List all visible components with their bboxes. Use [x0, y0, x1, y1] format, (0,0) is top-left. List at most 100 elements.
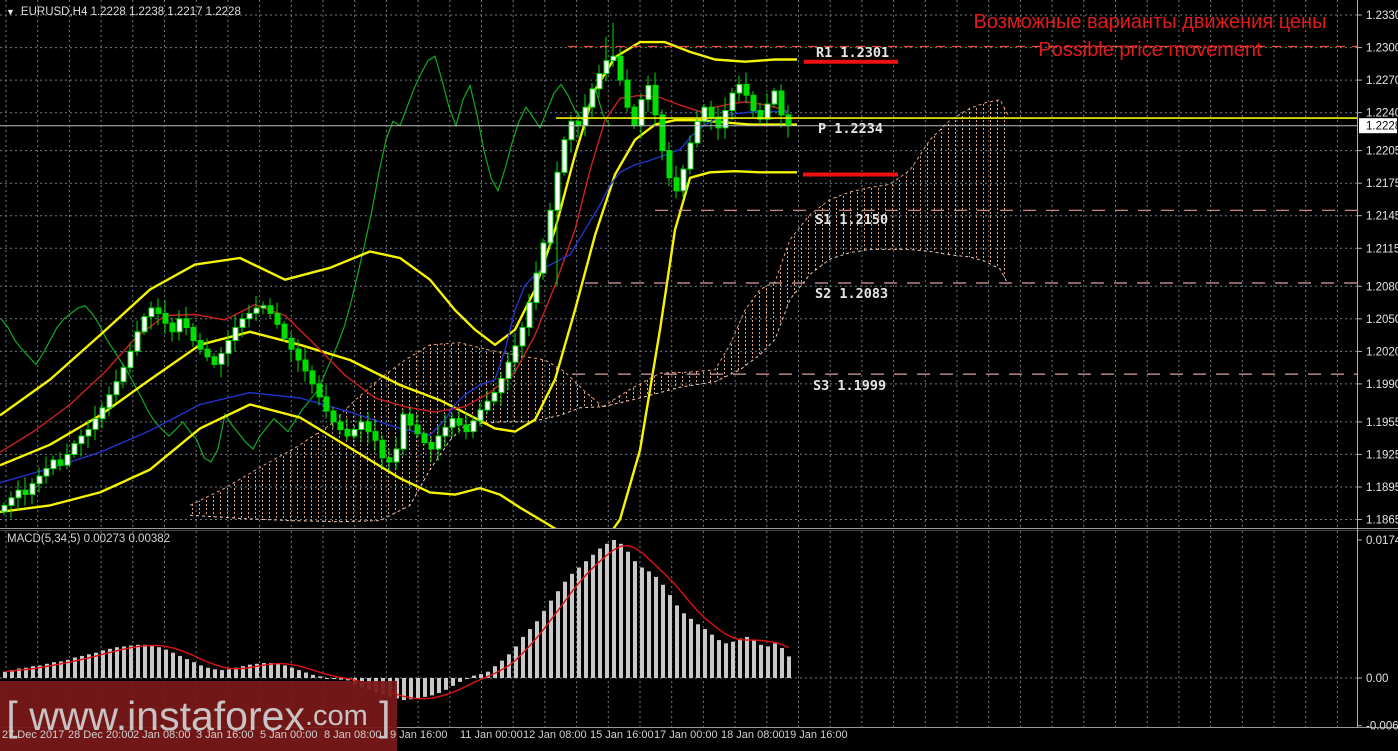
macd-bar: [780, 648, 784, 678]
pivot-label-s1[interactable]: S1 1.2150: [815, 212, 888, 228]
macd-bar: [521, 636, 525, 678]
candle-bull: [64, 453, 71, 466]
price-tick-label: 1.2175: [1366, 178, 1398, 190]
macd-bar: [185, 659, 189, 678]
candle-bear: [631, 106, 638, 127]
time-tick-label: 5 Jan 00:00: [260, 729, 318, 741]
macd-bar: [136, 644, 140, 678]
candle-bull: [533, 272, 540, 304]
candle-bull: [351, 429, 358, 437]
candle-bear: [379, 439, 386, 459]
candle-bull: [106, 394, 113, 409]
macd-bar: [773, 643, 777, 678]
price-tick-label: 1.2115: [1366, 243, 1398, 255]
macd-layer: [3, 540, 791, 701]
pivot-label-r1[interactable]: R1 1.2301: [816, 45, 889, 61]
candle-bear: [624, 79, 631, 108]
candle-bear: [414, 424, 421, 435]
candle-bull: [596, 73, 603, 90]
macd-bar: [458, 678, 462, 682]
macd-bar: [514, 646, 518, 678]
price-tick-label: 1.1895: [1366, 482, 1398, 494]
macd-bar: [311, 674, 315, 678]
candle-bear: [57, 459, 64, 466]
price-movement-annotation[interactable]: Возможные варианты движения цены Possibl…: [930, 8, 1370, 64]
symbol-header[interactable]: ▼ EURUSD,H4 1.2228 1.2238 1.2217 1.2228: [6, 6, 241, 18]
macd-bar: [122, 646, 126, 678]
candle-bull: [232, 327, 239, 341]
candle-bull: [148, 307, 155, 318]
macd-bar: [675, 605, 679, 678]
macd-bar: [129, 645, 133, 678]
candle-bull: [687, 142, 694, 170]
candle-bear: [673, 177, 680, 192]
price-tick-label: 1.2330: [1366, 10, 1398, 22]
pivot-labels-layer[interactable]: R1 1.2301 P 1.2234 S1 1.2150 S2 1.2083 S3 1.…: [813, 45, 889, 394]
candle-bull: [92, 418, 99, 430]
candle-bear: [743, 83, 750, 96]
macd-bar: [213, 669, 217, 678]
macd-bar: [416, 678, 420, 699]
macd-tick-label: 0.01748: [1366, 535, 1398, 547]
time-axis[interactable]: 27 Dec 2017 28 Dec 20:00 2 Jan 08:00 3 Jan …: [0, 729, 1398, 749]
candle-bear: [617, 55, 624, 81]
candle-bull: [15, 489, 22, 499]
candle-bull: [638, 99, 645, 127]
candle-bull: [225, 340, 232, 354]
price-tick-label: 1.2145: [1366, 211, 1398, 223]
macd-bar: [143, 644, 147, 678]
candle-bull: [589, 88, 596, 108]
candle-bear: [421, 433, 428, 443]
candle-bull: [400, 413, 407, 450]
candle-bull: [498, 378, 505, 394]
time-tick-label: 8 Jan 08:00: [324, 729, 382, 741]
price-axis[interactable]: 1.2330 1.2300 1.2270 1.2240 1.2205 1.2175 1.21…: [1357, 10, 1398, 527]
macd-bar: [472, 675, 476, 678]
candle-bull: [1, 504, 8, 513]
price-tick-label: 1.2300: [1366, 43, 1398, 55]
candle-bear: [190, 327, 197, 341]
candle-bull: [729, 92, 736, 111]
pivot-lines-layer[interactable]: [568, 45, 1357, 375]
candle-bull: [78, 435, 85, 445]
pivot-label-s2[interactable]: S2 1.2083: [815, 286, 888, 302]
candle-bear: [428, 442, 435, 450]
time-tick-label: 18 Jan 08:00: [721, 729, 785, 741]
candle-bull: [260, 305, 267, 309]
candle-bear: [344, 429, 351, 437]
macd-bar: [738, 638, 742, 678]
candle-bear: [183, 318, 190, 328]
pivot-label-s3[interactable]: S3 1.1999: [813, 378, 886, 394]
macd-bar: [227, 669, 231, 678]
macd-bar: [696, 624, 700, 678]
candle-bull: [8, 497, 15, 506]
macd-bar: [430, 678, 434, 696]
price-tick-label: 1.1925: [1366, 449, 1398, 461]
macd-bar: [3, 671, 7, 678]
macd-bar: [150, 645, 154, 678]
macd-bar: [192, 662, 196, 678]
macd-bar: [654, 576, 658, 678]
candle-bull: [218, 353, 225, 365]
macd-bar: [626, 551, 630, 678]
annotation-layer[interactable]: [0, 59, 1357, 177]
macd-bar: [276, 663, 280, 678]
current-price-label: 1.2228: [1366, 121, 1398, 133]
price-tick-label: 1.2240: [1366, 108, 1398, 120]
macd-bar: [598, 548, 602, 678]
candle-bear: [267, 305, 274, 314]
candle-bear: [274, 312, 281, 325]
macd-bar: [248, 664, 252, 678]
candle-bear: [365, 421, 372, 433]
candle-bear: [155, 307, 162, 314]
annotation-line-en: Possible price movement: [1038, 39, 1262, 61]
chevron-down-icon[interactable]: ▼: [6, 7, 15, 17]
candle-bull: [603, 60, 610, 75]
candle-bull: [120, 367, 127, 383]
macd-axis[interactable]: 0.017480.00-0.00604: [1357, 535, 1398, 733]
pivot-label-p[interactable]: P 1.2234: [818, 121, 883, 137]
time-tick-label: 11 Jan 00:00: [460, 729, 523, 741]
price-chart-canvas[interactable]: R1 1.2301 P 1.2234 S1 1.2150 S2 1.2083 S3 1.…: [0, 0, 1398, 751]
time-tick-label: 15 Jan 16:00: [590, 729, 654, 741]
macd-bar: [759, 644, 763, 678]
